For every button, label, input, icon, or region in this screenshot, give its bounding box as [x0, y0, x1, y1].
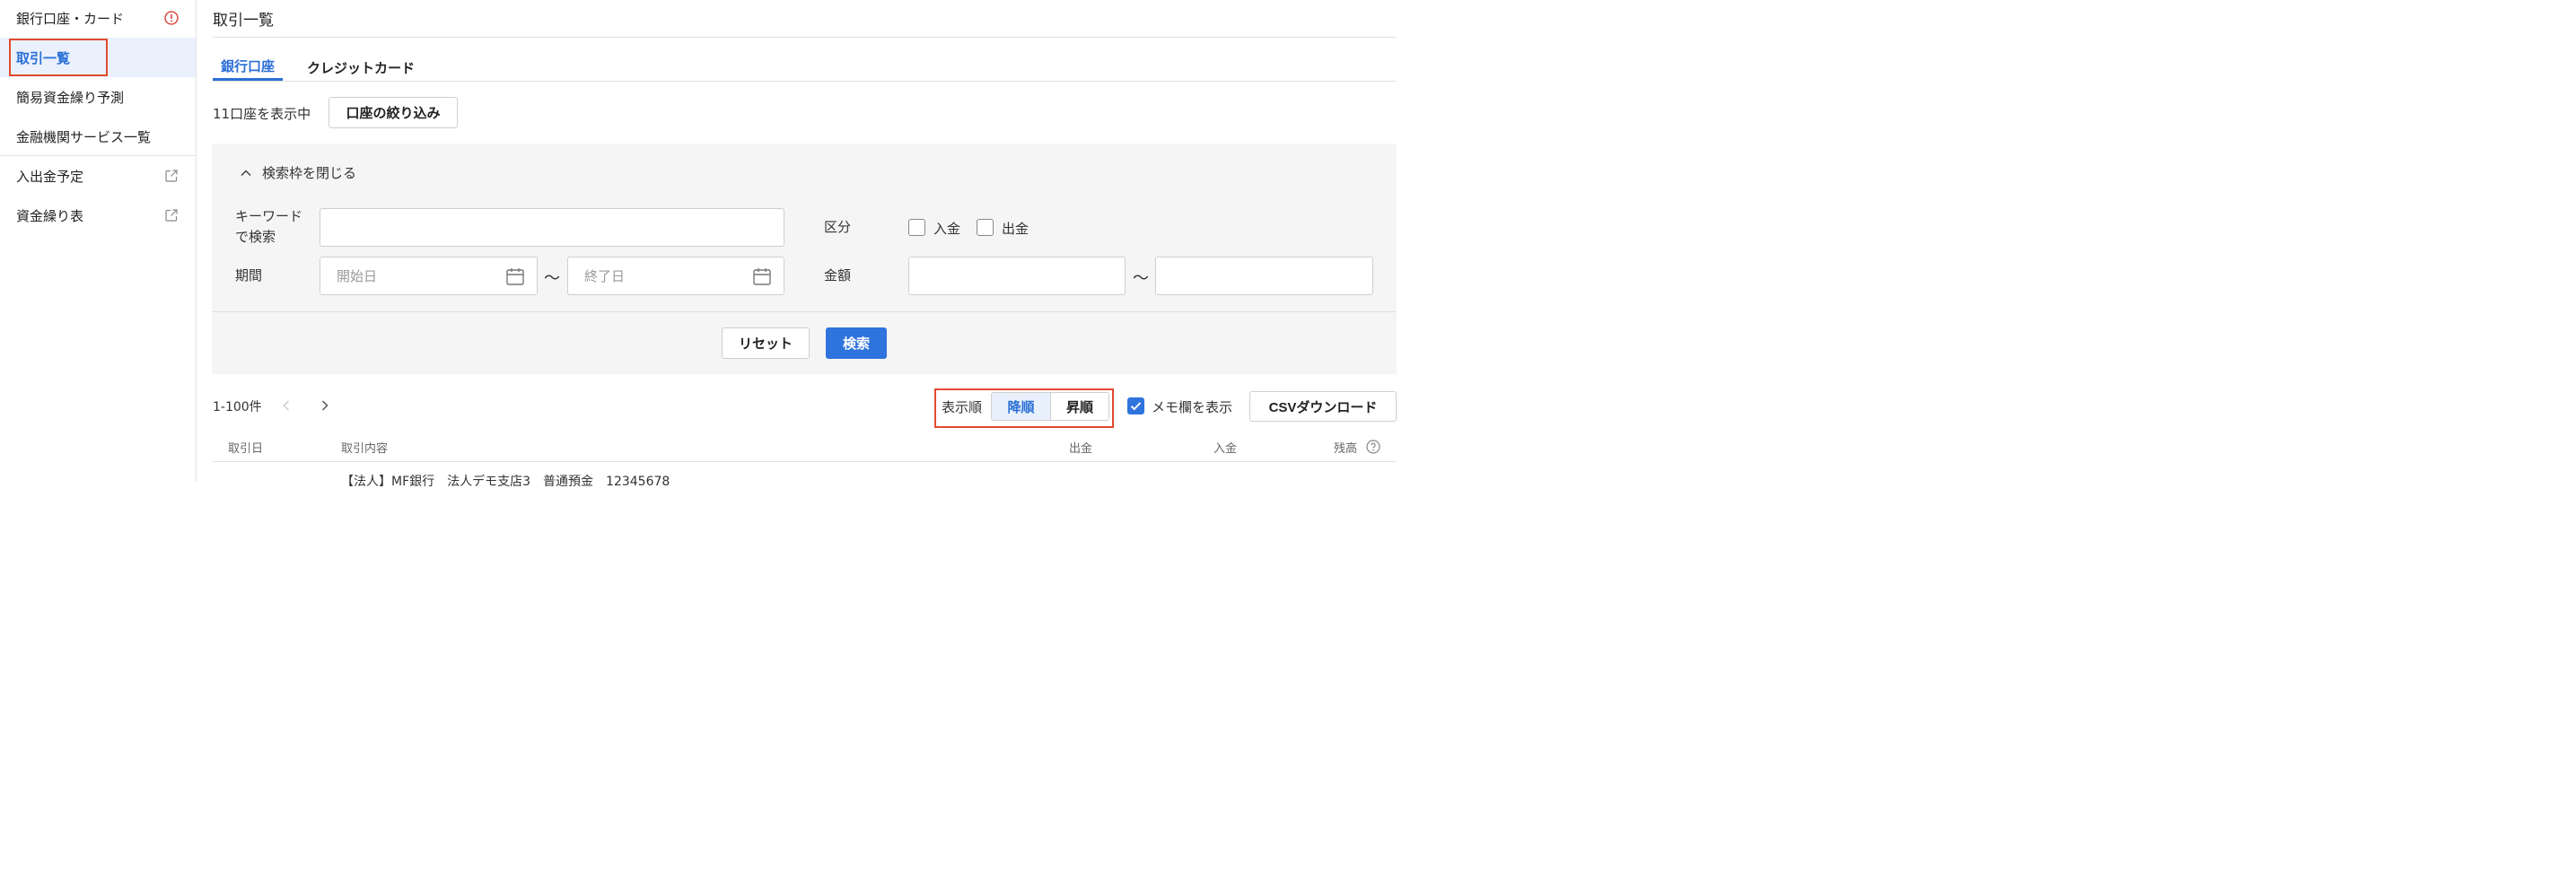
result-range-label: 1-100件 — [213, 400, 262, 414]
sort-descending-button[interactable]: 降順 — [991, 392, 1051, 421]
column-header-date[interactable]: 取引日 — [228, 439, 263, 456]
amount-max-input[interactable] — [1155, 257, 1373, 295]
sidebar-item-bank-accounts[interactable]: 銀行口座・カード — [0, 0, 196, 38]
show-memo-label: メモ欄を表示 — [1152, 399, 1233, 415]
page-title: 取引一覧 — [213, 12, 274, 30]
keyword-label: キーワード で検索 — [235, 206, 302, 248]
panel-divider — [212, 311, 1397, 312]
collapse-search-label: 検索枠を閉じる — [262, 165, 357, 181]
sort-ascending-button[interactable]: 昇順 — [1050, 392, 1109, 421]
alert-circle-icon — [164, 11, 179, 25]
sidebar-item-cashflow-forecast[interactable]: 簡易資金繰り予測 — [0, 77, 196, 117]
column-header-withdrawal[interactable]: 出金 — [1069, 439, 1092, 456]
sidebar-item-label: 簡易資金繰り予測 — [16, 89, 125, 106]
sidebar-item-label: 金融機関サービス一覧 — [16, 128, 152, 145]
keyword-label-line2: で検索 — [235, 229, 276, 245]
search-button[interactable]: 検索 — [826, 327, 887, 359]
amount-min-input[interactable] — [908, 257, 1126, 295]
help-icon[interactable] — [1366, 440, 1380, 454]
column-header-description[interactable]: 取引内容 — [341, 439, 388, 456]
tab-bank-accounts[interactable]: 銀行口座 — [213, 54, 283, 81]
sidebar-item-scheduled-payments[interactable]: 入出金予定 — [0, 156, 196, 196]
sidebar-item-cashflow-table[interactable]: 資金繰り表 — [0, 196, 196, 235]
start-date-input[interactable]: 開始日 — [320, 257, 538, 295]
chevron-up-icon — [241, 169, 251, 176]
column-header-balance[interactable]: 残高 — [1334, 439, 1357, 456]
external-link-icon — [165, 209, 178, 222]
amount-label: 金額 — [824, 267, 852, 283]
keyword-label-line1: キーワード — [235, 208, 303, 224]
check-icon — [1130, 402, 1142, 411]
tab-credit-cards[interactable]: クレジットカード — [298, 54, 424, 81]
sidebar-item-transactions[interactable]: 取引一覧 — [0, 38, 196, 77]
withdrawal-checkbox-label: 出金 — [1002, 221, 1030, 237]
show-memo-checkbox[interactable] — [1127, 397, 1144, 414]
title-divider — [213, 37, 1396, 38]
end-date-input[interactable]: 終了日 — [567, 257, 784, 295]
period-label: 期間 — [235, 267, 263, 283]
amount-tilde: 〜 — [1133, 269, 1149, 288]
sidebar-item-financial-services[interactable]: 金融機関サービス一覧 — [0, 117, 196, 156]
withdrawal-checkbox[interactable] — [977, 219, 994, 236]
end-date-placeholder: 終了日 — [584, 268, 626, 284]
start-date-placeholder: 開始日 — [337, 268, 378, 284]
sidebar: 銀行口座・カード 取引一覧 簡易資金繰り予測 金融機関サービス一覧 入出金予定 … — [0, 0, 197, 482]
tabs-divider — [213, 81, 1396, 82]
table-row: 【法人】MF銀行 法人デモ支店3 普通預金 12345678 — [341, 475, 670, 489]
collapse-search-toggle[interactable]: 検索枠を閉じる — [239, 163, 356, 182]
table-header-divider — [213, 461, 1396, 462]
column-header-deposit[interactable]: 入金 — [1214, 439, 1237, 456]
period-tilde: 〜 — [544, 269, 560, 288]
calendar-icon[interactable] — [752, 266, 772, 286]
account-count-label: 11口座を表示中 — [213, 106, 311, 122]
keyword-input[interactable] — [320, 208, 784, 247]
deposit-checkbox[interactable] — [908, 219, 925, 236]
external-link-icon — [165, 170, 178, 182]
csv-download-button[interactable]: CSVダウンロード — [1249, 391, 1397, 422]
reset-button[interactable]: リセット — [722, 327, 810, 359]
highlight-box — [9, 39, 108, 76]
sort-order-label: 表示順 — [942, 399, 983, 415]
category-label: 区分 — [824, 219, 852, 235]
deposit-checkbox-label: 入金 — [933, 221, 961, 237]
calendar-icon[interactable] — [505, 266, 525, 286]
chevron-right-icon[interactable] — [318, 398, 332, 413]
account-filter-button[interactable]: 口座の絞り込み — [329, 97, 458, 128]
chevron-left-icon[interactable] — [279, 398, 294, 413]
